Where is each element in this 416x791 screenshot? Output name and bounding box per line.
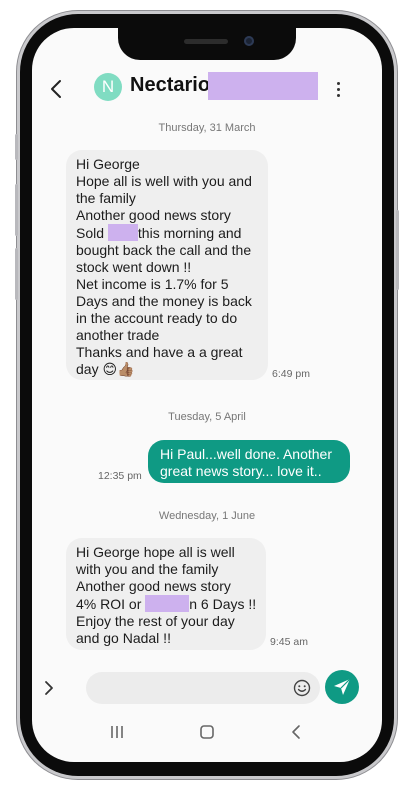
phone-button-silent — [15, 134, 18, 160]
message-line: great news story... love it.. — [160, 463, 322, 479]
message-text: 4% ROI or — [76, 596, 142, 612]
message-line: the family — [76, 190, 136, 206]
message-line: stock went down !! — [76, 259, 192, 275]
message-line: in the account ready to do — [76, 310, 238, 326]
home-icon[interactable] — [197, 722, 217, 742]
date-separator: Wednesday, 1 June — [158, 510, 256, 522]
chevron-left-icon[interactable] — [46, 76, 68, 102]
message-line: and go Nadal !! — [76, 630, 171, 646]
message-line: Enjoy the rest of your day — [76, 613, 235, 629]
phone-button-volume-down — [15, 248, 18, 300]
message-timestamp: 6:49 pm — [272, 368, 310, 380]
message-line: Hi George — [76, 156, 140, 172]
message-text: n 6 Days !! — [189, 596, 257, 612]
message-line: Sold this morning and — [76, 224, 258, 242]
redacted-text — [145, 595, 190, 612]
outgoing-message[interactable]: Hi Paul...well done. Another great news … — [148, 440, 350, 483]
message-line: Another good news story — [76, 207, 231, 223]
smiley-icon[interactable] — [293, 679, 311, 697]
recents-icon[interactable] — [107, 722, 127, 742]
message-line: with you and the family — [76, 561, 219, 577]
phone-screen: N Nectarios Thursday, 31 March Hi George… — [32, 28, 382, 762]
avatar[interactable]: N — [94, 73, 122, 101]
phone-button-volume-up — [15, 184, 18, 236]
message-line: Hope all is well with you and — [76, 173, 252, 189]
incoming-message[interactable]: Hi George Hope all is well with you and … — [66, 150, 268, 380]
phone-button-power — [396, 210, 399, 290]
redacted-surname — [208, 72, 318, 100]
message-line: Another good news story — [76, 578, 231, 594]
message-timestamp: 9:45 am — [270, 636, 308, 648]
date-separator: Tuesday, 5 April — [168, 411, 246, 423]
message-line: another trade — [76, 327, 160, 343]
system-navbar — [32, 718, 382, 748]
send-icon — [334, 678, 351, 695]
message-line: Days and the money is back — [76, 293, 252, 309]
chevron-right-icon[interactable] — [42, 678, 56, 698]
back-icon[interactable] — [287, 722, 307, 742]
conversation-header: N Nectarios — [32, 68, 382, 110]
compose-bar — [32, 668, 382, 708]
send-button[interactable] — [325, 670, 359, 704]
redacted-text — [107, 224, 138, 241]
message-text: Sold — [76, 225, 105, 241]
front-camera — [244, 36, 254, 46]
message-text: this morning and — [137, 225, 242, 241]
date-separator: Thursday, 31 March — [158, 122, 256, 134]
speaker-grille — [184, 39, 228, 44]
message-input[interactable] — [86, 672, 320, 704]
message-line: Thanks and have a a great — [76, 344, 243, 360]
message-line: 4% ROI or n 6 Days !! — [76, 595, 256, 613]
more-vertical-icon[interactable] — [332, 76, 346, 102]
message-timestamp: 12:35 pm — [98, 470, 142, 482]
incoming-message[interactable]: Hi George hope all is well with you and … — [66, 538, 266, 650]
message-line: day 😊👍🏽 — [76, 361, 135, 377]
message-line: Hi Paul...well done. Another — [160, 446, 332, 462]
notch — [118, 28, 296, 60]
message-line: Net income is 1.7% for 5 — [76, 276, 229, 292]
message-line: bought back the call and the — [76, 242, 252, 258]
message-line: Hi George hope all is well — [76, 544, 235, 560]
